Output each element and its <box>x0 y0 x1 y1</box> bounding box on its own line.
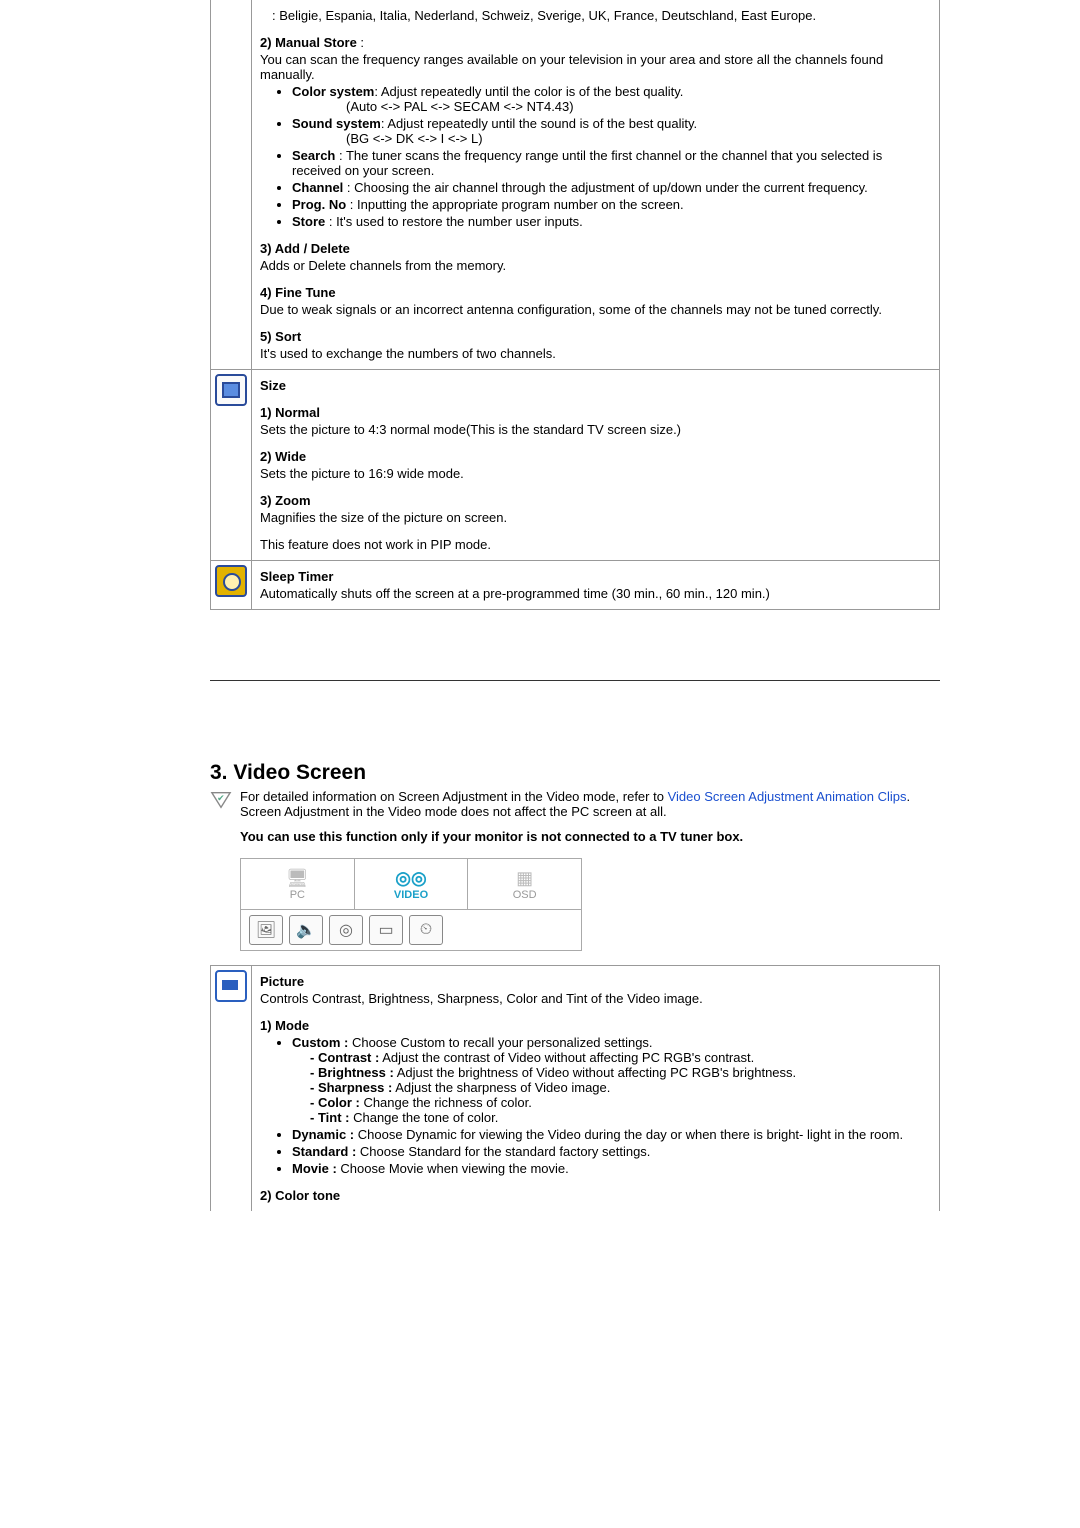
section-divider <box>210 680 940 681</box>
sleep-timer-icon <box>215 565 247 597</box>
tab-pc[interactable]: 🖥 PC <box>241 859 355 909</box>
sound-system-chain: (BG <-> DK <-> I <-> L) <box>292 131 931 146</box>
standard-label: Standard : <box>292 1144 356 1159</box>
video-note-text: For detailed information on Screen Adjus… <box>240 789 940 819</box>
manual-store-title: 2) Manual Store <box>260 35 357 50</box>
video-bold-note: You can use this function only if your m… <box>240 829 940 844</box>
size-icon <box>215 374 247 406</box>
video-mode-icon: ◎◎ <box>395 868 426 889</box>
movie-label: Movie : <box>292 1161 337 1176</box>
size-zoom-title: 3) Zoom <box>260 493 931 508</box>
size-normal-desc: Sets the picture to 4:3 normal mode(This… <box>260 422 931 437</box>
size-wide-desc: Sets the picture to 16:9 wide mode. <box>260 466 931 481</box>
video-note-row: ✔ For detailed information on Screen Adj… <box>210 789 940 819</box>
custom-label: Custom : <box>292 1035 348 1050</box>
osd-grid-icon: ▦ <box>516 868 533 889</box>
sleep-timer-cell: Sleep Timer Automatically shuts off the … <box>252 561 940 610</box>
channel-content-cell: : Beligie, Espania, Italia, Nederland, S… <box>252 0 940 370</box>
add-delete-title: 3) Add / Delete <box>260 241 931 256</box>
size-content-cell: Size 1) Normal Sets the picture to 4:3 n… <box>252 370 940 561</box>
size-note: This feature does not work in PIP mode. <box>260 537 931 552</box>
sleep-timer-desc: Automatically shuts off the screen at a … <box>260 586 931 601</box>
sound-mini-icon[interactable]: 🔈 <box>289 915 323 945</box>
svg-text:✔: ✔ <box>217 793 225 803</box>
picture-title: Picture <box>260 974 931 989</box>
picture-mini-icon[interactable]: 🖼 <box>249 915 283 945</box>
sort-title: 5) Sort <box>260 329 931 344</box>
info-note-icon: ✔ <box>210 789 232 811</box>
channel-mini-icon[interactable]: ◎ <box>329 915 363 945</box>
countries-line: : Beligie, Espania, Italia, Nederland, S… <box>260 8 931 23</box>
size-wide-title: 2) Wide <box>260 449 931 464</box>
video-screen-heading: 3. Video Screen <box>210 761 940 785</box>
fine-tune-desc: Due to weak signals or an incorrect ante… <box>260 302 931 317</box>
video-adjustment-link[interactable]: Video Screen Adjustment Animation Clips <box>668 789 907 804</box>
tint-label: - Tint : <box>310 1110 349 1125</box>
size-normal-title: 1) Normal <box>260 405 931 420</box>
size-title: Size <box>260 378 931 393</box>
fine-tune-title: 4) Fine Tune <box>260 285 931 300</box>
sleep-timer-title: Sleep Timer <box>260 569 931 584</box>
picture-content-cell: Picture Controls Contrast, Brightness, S… <box>252 966 940 1212</box>
color-label: - Color : <box>310 1095 360 1110</box>
sub-icon-row: 🖼 🔈 ◎ ▭ ⏲ <box>241 910 581 950</box>
mode-tabs: 🖥 PC ◎◎ VIDEO ▦ OSD <box>241 859 581 910</box>
monitor-icon: 🖥 <box>286 868 309 889</box>
picture-desc: Controls Contrast, Brightness, Sharpness… <box>260 991 931 1006</box>
timer-mini-icon[interactable]: ⏲ <box>409 915 443 945</box>
manual-store-desc: You can scan the frequency ranges availa… <box>260 52 931 82</box>
picture-section-table: Picture Controls Contrast, Brightness, S… <box>210 965 940 1211</box>
contrast-label: - Contrast : <box>310 1050 379 1065</box>
picture-mode-list: Custom : Choose Custom to recall your pe… <box>260 1035 931 1176</box>
channel-label: Channel <box>292 180 343 195</box>
sharpness-label: - Sharpness : <box>310 1080 392 1095</box>
progno-label: Prog. No <box>292 197 346 212</box>
channel-section-table: : Beligie, Espania, Italia, Nederland, S… <box>210 0 940 610</box>
color-system-label: Color system <box>292 84 374 99</box>
size-zoom-desc: Magnifies the size of the picture on scr… <box>260 510 931 525</box>
mode-tabs-card: 🖥 PC ◎◎ VIDEO ▦ OSD 🖼 🔈 ◎ ▭ ⏲ <box>240 858 582 951</box>
sound-system-label: Sound system <box>292 116 381 131</box>
picture-mode-title: 1) Mode <box>260 1018 931 1033</box>
brightness-label: - Brightness : <box>310 1065 394 1080</box>
size-mini-icon[interactable]: ▭ <box>369 915 403 945</box>
tab-osd[interactable]: ▦ OSD <box>468 859 581 909</box>
store-label: Store <box>292 214 325 229</box>
search-label: Search <box>292 148 335 163</box>
tab-video[interactable]: ◎◎ VIDEO <box>355 859 469 909</box>
picture-icon <box>215 970 247 1002</box>
sort-desc: It's used to exchange the numbers of two… <box>260 346 931 361</box>
dynamic-label: Dynamic : <box>292 1127 354 1142</box>
manual-store-list: Color system: Adjust repeatedly until th… <box>260 84 931 229</box>
color-tone-title: 2) Color tone <box>260 1188 931 1203</box>
color-system-chain: (Auto <-> PAL <-> SECAM <-> NT4.43) <box>292 99 931 114</box>
add-delete-desc: Adds or Delete channels from the memory. <box>260 258 931 273</box>
